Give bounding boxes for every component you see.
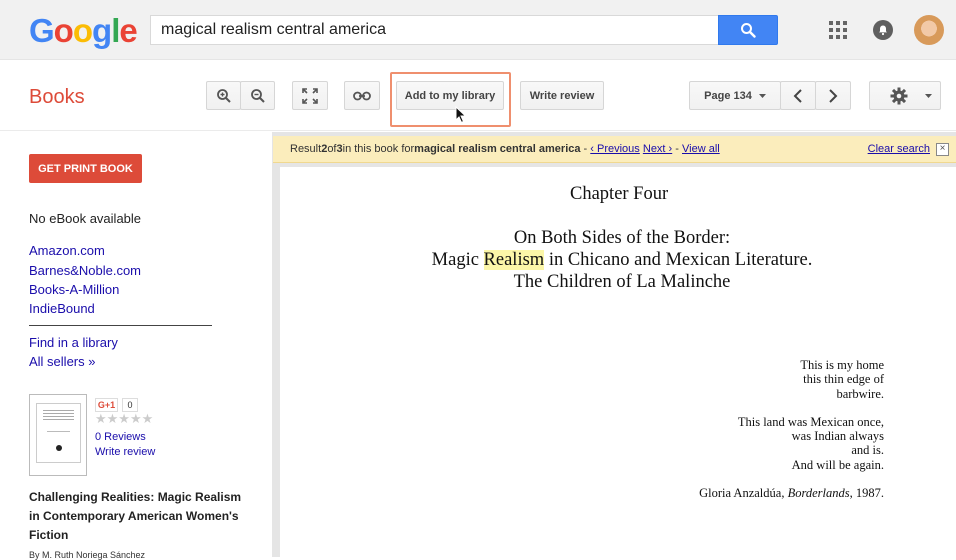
highlight-frame [390,72,511,127]
chapter-title-line: Magic Realism in Chicano and Mexican Lit… [280,250,956,271]
zoom-in-button[interactable] [206,81,241,110]
result-mid: in this book for [342,143,415,155]
find-in-library-link[interactable]: Find in a library [29,335,118,350]
seller-link[interactable]: Amazon.com [29,243,105,258]
zoom-out-icon [250,88,265,103]
apps-grid-icon[interactable] [829,21,847,39]
poem-line: was Indian always [791,429,884,444]
logo-letter: e [119,12,137,49]
fullscreen-icon [302,87,318,104]
citation-author: Gloria Anzaldúa, [699,486,788,501]
search-icon [741,23,756,38]
previous-page-button[interactable] [780,81,816,110]
zoom-out-button[interactable] [240,81,275,110]
fullscreen-button[interactable] [292,81,328,110]
poem-line: This land was Mexican once, [737,414,884,429]
result-of: of [327,143,337,155]
search-button[interactable] [718,15,778,45]
logo-letter: G [29,12,55,49]
citation: Gloria Anzaldúa, Borderlands, 1987. [620,486,884,500]
books-toolbar: Books Add to my library Write review Pag… [0,61,956,131]
page-label: Page 134 [704,89,752,102]
chapter-heading: Chapter Four [570,184,669,204]
chapter-title-line: On Both Sides of the Border: [513,228,731,248]
mouse-cursor-icon [455,106,467,124]
divider [29,325,212,326]
rating-stars: ★★★★★ [95,411,154,426]
top-bar: Google magical realism central america [0,0,956,60]
logo-letter: o [53,12,74,49]
seller-link[interactable]: Barnes&Noble.com [29,263,141,278]
separator: - [580,143,591,155]
chevron-right-icon [829,88,838,103]
gear-icon [890,87,908,104]
search-highlight: Realism [483,250,545,270]
seller-link[interactable]: Books-A-Million [29,282,119,297]
next-result-link[interactable]: Next › [643,143,672,155]
close-icon[interactable]: × [936,143,949,156]
citation-year: , 1987. [849,486,884,501]
books-title[interactable]: Books [29,86,85,109]
separator: - [672,143,682,155]
google-plus-one[interactable]: G+1 0 [95,397,138,412]
avatar[interactable] [914,15,944,45]
title-text: in Chicano and Mexican Literature. [544,250,813,270]
write-review-button[interactable]: Write review [520,81,604,110]
epigraph: This is my home this thin edge of barbwi… [620,358,884,500]
all-sellers-link[interactable]: All sellers » [29,354,95,369]
view-all-link[interactable]: View all [682,143,720,155]
no-ebook-text: No eBook available [29,211,142,226]
link-icon [353,91,371,100]
search-input[interactable]: magical realism central america [150,15,718,45]
poem-line: This is my home [800,358,884,372]
poem-line: this thin edge of [803,372,884,387]
logo-letter: o [72,12,93,49]
book-author: By M. Ruth Noriega Sánchez [29,550,146,560]
gplus-icon: G+1 [95,397,118,412]
page-selector[interactable]: Page 134 [689,81,781,110]
gplus-count: 0 [122,397,138,412]
dropdown-arrow-icon [925,93,932,98]
write-review-link[interactable]: Write review [95,446,155,458]
reviews-link[interactable]: 0 Reviews [95,431,146,443]
result-query: magical realism central america [414,143,581,155]
book-title: Challenging Realities: Magic Realism in … [29,490,242,542]
previous-result-link[interactable]: ‹ Previous [590,143,640,155]
logo-letter: l [111,12,120,49]
get-print-book-button[interactable]: GET PRINT BOOK [29,154,142,183]
poem-line: barbwire. [836,386,884,401]
chapter-title-line: The Children of La Malinche [513,272,731,292]
clear-search-link[interactable]: Clear search [868,143,930,155]
logo-letter: g [92,12,112,49]
chevron-left-icon [793,88,802,103]
poem-line: and is. [851,443,884,458]
poem-line: And will be again. [791,457,884,472]
notifications-bell-icon[interactable] [873,20,893,40]
result-prefix: Result [290,143,322,155]
title-text: Magic [431,250,484,270]
google-logo[interactable]: Google [29,12,138,50]
zoom-in-icon [216,88,231,103]
next-page-button[interactable] [815,81,851,110]
settings-button[interactable] [869,81,941,110]
seller-link[interactable]: IndieBound [29,301,95,316]
book-sidebar: GET PRINT BOOK No eBook available Amazon… [0,132,272,560]
link-button[interactable] [344,81,380,110]
dropdown-arrow-icon [758,93,766,98]
search-result-bar: Result 2 of 3 in this book for magical r… [273,136,956,163]
citation-work: Borderlands [787,486,850,501]
book-cover-thumbnail[interactable] [29,394,87,476]
